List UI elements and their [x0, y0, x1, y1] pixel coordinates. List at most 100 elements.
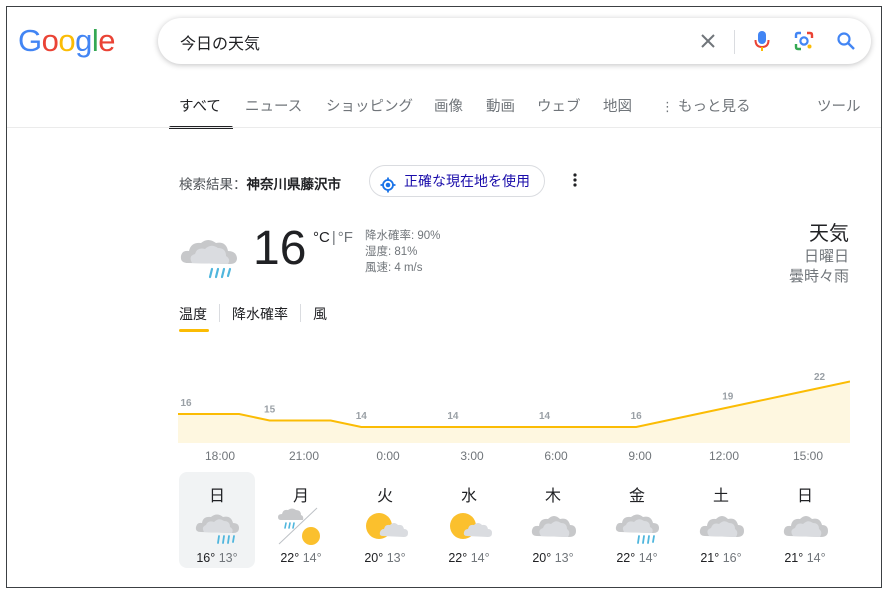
forecast-temps: 22° 14°	[263, 551, 339, 565]
chart-time-label: 9:00	[628, 449, 652, 463]
forecast-day[interactable]: 火 20° 13°	[347, 472, 423, 568]
chart-time-label: 12:00	[708, 449, 740, 463]
tab-all[interactable]: すべて	[169, 95, 233, 129]
temperature-area	[178, 381, 850, 443]
result-location: 検索結果：神奈川県藤沢市	[179, 173, 341, 193]
cloudy-icon	[781, 506, 829, 546]
weather-title: 天気	[809, 223, 849, 245]
tab-precipitation[interactable]: 降水確率	[232, 304, 288, 324]
forecast-temps: 20° 13°	[347, 551, 423, 565]
forecast-high: 22°	[616, 551, 636, 565]
tab-maps[interactable]: 地図	[603, 95, 632, 116]
result-label-text: 検索結果：	[179, 177, 247, 192]
chart-point-label: 16	[631, 411, 643, 422]
browser-frame: Google 今日の天気 すべて ニュース ショッピング 画像 動画 ウェブ 地…	[6, 6, 882, 588]
forecast-temps: 21° 14°	[767, 551, 843, 565]
tab-web[interactable]: ウェブ	[537, 95, 581, 116]
microphone-icon[interactable]	[750, 29, 774, 53]
forecast-day-name: 月	[292, 488, 309, 505]
current-temperature: 16	[253, 222, 307, 275]
cloud-rain-icon	[193, 506, 241, 546]
logo-letter: o	[41, 23, 59, 58]
tab-temperature[interactable]: 温度	[179, 304, 207, 324]
weather-header: 天気 日曜日 曇時々雨	[789, 221, 849, 287]
forecast-day-name: 木	[544, 488, 561, 505]
wind-speed: 風速: 4 m/s	[365, 262, 423, 274]
forecast-day[interactable]: 木 20° 13°	[515, 472, 591, 568]
forecast-low: 16°	[719, 551, 742, 565]
forecast-high: 21°	[700, 551, 720, 565]
forecast-day[interactable]: 水 22° 14°	[431, 472, 507, 568]
unit-separator: |	[331, 229, 336, 246]
forecast-high: 20°	[532, 551, 552, 565]
forecast-low: 14°	[467, 551, 490, 565]
subtab-separator	[219, 304, 220, 322]
chart-time-label: 21:00	[288, 449, 320, 463]
clear-icon[interactable]	[696, 29, 720, 53]
chart-time-label: 3:00	[460, 449, 484, 463]
temperature-units: °C | °F	[313, 229, 353, 246]
tab-all-label: すべて	[179, 99, 221, 115]
lens-camera-icon[interactable]	[792, 29, 816, 53]
forecast-high: 20°	[364, 551, 384, 565]
chart-time-label: 15:00	[792, 449, 824, 463]
unit-fahrenheit[interactable]: °F	[338, 229, 353, 246]
forecast-day-name: 金	[628, 488, 645, 505]
forecast-day[interactable]: 月 22° 14°	[263, 472, 339, 568]
partly-cloudy-icon	[445, 506, 493, 546]
chart-time-axis: 18:00 21:00 0:00 3:00 6:00 9:00 12:00 15:00	[178, 449, 850, 469]
chart-point-label: 19	[722, 392, 734, 403]
forecast-high: 22°	[280, 551, 300, 565]
rain-sun-split-icon	[277, 506, 325, 546]
forecast-low: 13°	[551, 551, 574, 565]
logo-letter: e	[98, 23, 116, 58]
precipitation-chance: 降水確率: 90%	[365, 230, 441, 242]
forecast-day-name: 土	[712, 488, 729, 505]
search-input[interactable]	[178, 27, 682, 57]
forecast-day[interactable]: 日 16° 13°	[179, 472, 255, 568]
forecast-high: 22°	[448, 551, 468, 565]
current-weather-icon	[178, 229, 240, 288]
tab-news[interactable]: ニュース	[245, 95, 302, 116]
forecast-low: 14°	[803, 551, 826, 565]
cloud-rain-icon	[613, 506, 661, 546]
weather-condition: 曇時々雨	[788, 268, 849, 285]
forecast-temps: 22° 14°	[599, 551, 675, 565]
forecast-low: 13°	[383, 551, 406, 565]
forecast-day-name: 火	[376, 488, 393, 505]
chart-point-label: 15	[264, 405, 276, 416]
forecast-temps: 20° 13°	[515, 551, 591, 565]
forecast-day[interactable]: 土 21° 16°	[683, 472, 759, 568]
weather-day: 日曜日	[803, 248, 849, 265]
unit-celsius[interactable]: °C	[313, 229, 330, 246]
tab-more[interactable]: ⋮ もっと見る	[661, 95, 751, 116]
forecast-day-name: 日	[796, 488, 813, 505]
forecast-high: 21°	[784, 551, 804, 565]
search-separator	[734, 30, 735, 54]
humidity: 湿度: 81%	[365, 246, 418, 258]
chart-point-label: 16	[180, 398, 192, 409]
tab-images[interactable]: 画像	[434, 95, 463, 116]
forecast-low: 13°	[215, 551, 238, 565]
chart-time-label: 18:00	[204, 449, 236, 463]
tab-tools[interactable]: ツール	[817, 95, 861, 116]
subtab-separator	[300, 304, 301, 322]
logo-letter: o	[58, 23, 76, 58]
cloudy-icon	[529, 506, 577, 546]
more-options-icon[interactable]	[570, 170, 580, 190]
forecast-day[interactable]: 日 21° 14°	[767, 472, 843, 568]
forecast-temps: 16° 13°	[179, 551, 255, 565]
location-target-icon	[380, 173, 396, 203]
google-logo[interactable]: Google	[18, 23, 116, 59]
partly-cloudy-icon	[361, 506, 409, 546]
search-icon[interactable]	[834, 29, 858, 53]
forecast-day-name: 日	[208, 488, 225, 505]
use-precise-location-button[interactable]: 正確な現在地を使用	[369, 165, 545, 197]
forecast-day-name: 水	[460, 488, 477, 505]
logo-letter: G	[18, 23, 42, 58]
forecast-day[interactable]: 金 22° 14°	[599, 472, 675, 568]
tab-videos[interactable]: 動画	[486, 95, 515, 116]
tab-wind[interactable]: 風	[313, 304, 327, 324]
forecast-temps: 21° 16°	[683, 551, 759, 565]
tab-shopping[interactable]: ショッピング	[326, 95, 413, 116]
